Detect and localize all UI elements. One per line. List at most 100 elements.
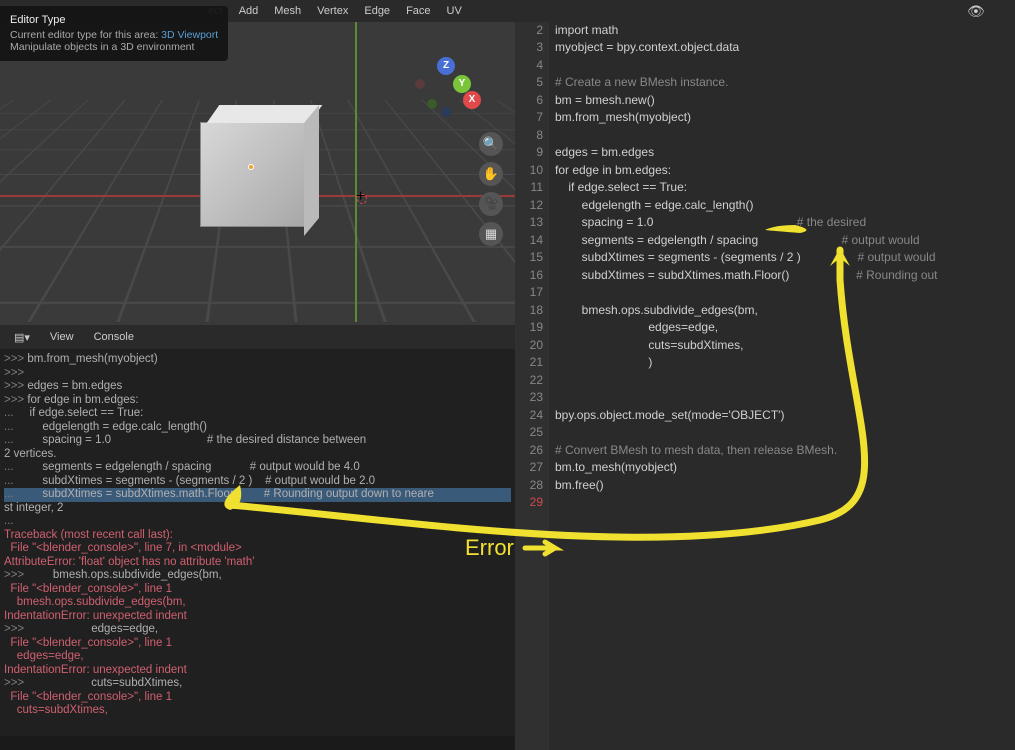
line-number: 16: [515, 267, 543, 285]
console-line: Traceback (most recent call last):: [4, 529, 511, 543]
grid-icon[interactable]: ▦: [479, 222, 503, 246]
code-line: bm.to_mesh(myobject): [555, 459, 1015, 477]
line-number: 25: [515, 424, 543, 442]
console-line: cuts=subdXtimes,: [4, 704, 511, 718]
code-line: edges = bm.edges: [555, 144, 1015, 162]
console-line: >>> for edge in bm.edges:: [4, 394, 511, 408]
console-line: File "<blender_console>", line 1: [4, 691, 511, 705]
code-area[interactable]: import bpy, bmeshimport mathmyobject = b…: [549, 0, 1015, 750]
camera-icon[interactable]: 🎥: [479, 192, 503, 216]
code-line: if edge.select == True:: [555, 179, 1015, 197]
console-editor-type-icon[interactable]: ▤▾: [6, 329, 38, 346]
line-number: 13: [515, 214, 543, 232]
line-number: 5: [515, 74, 543, 92]
line-number: 14: [515, 232, 543, 250]
gizmo-neg-z-icon[interactable]: [441, 107, 451, 117]
console-line: >>> edges = bm.edges: [4, 380, 511, 394]
line-number: 24: [515, 407, 543, 425]
console-line: bmesh.ops.subdivide_edges(bm,: [4, 596, 511, 610]
line-number-gutter: 1234567891011121314151617181920212223242…: [515, 0, 549, 750]
menu-item-add[interactable]: Add: [231, 5, 267, 17]
status-bar: [0, 736, 515, 750]
code-line: segments = edgelength / spacing # output…: [555, 232, 1015, 250]
tooltip-link: 3D Viewport: [161, 29, 218, 41]
line-number: 26: [515, 442, 543, 460]
console-header: ▤▾ View Console: [0, 325, 515, 349]
line-number: 20: [515, 337, 543, 355]
console-line: >>> bmesh.ops.subdivide_edges(bm,: [4, 569, 511, 583]
menu-item-edge[interactable]: Edge: [356, 5, 398, 17]
code-line: myobject = bpy.context.object.data: [555, 39, 1015, 57]
menu-item-face[interactable]: Face: [398, 5, 438, 17]
console-line: ...: [4, 515, 511, 529]
code-line: bm.free(): [555, 477, 1015, 495]
line-number: 23: [515, 389, 543, 407]
console-line: st integer, 2: [4, 502, 511, 516]
gizmo-z-icon[interactable]: Z: [437, 57, 455, 75]
code-line: bm = bmesh.new(): [555, 92, 1015, 110]
console-line: >>> cuts=subdXtimes,: [4, 677, 511, 691]
gizmo-neg-y-icon[interactable]: [427, 99, 437, 109]
code-line: [555, 127, 1015, 145]
console-line: File "<blender_console>", line 1: [4, 583, 511, 597]
code-line: for edge in bm.edges:: [555, 162, 1015, 180]
line-number: 17: [515, 284, 543, 302]
line-number: 3: [515, 39, 543, 57]
gizmo-y-icon[interactable]: Y: [453, 75, 471, 93]
code-line: [555, 389, 1015, 407]
line-number: 10: [515, 162, 543, 180]
code-line: [555, 424, 1015, 442]
code-line: import math: [555, 22, 1015, 40]
line-number: 27: [515, 459, 543, 477]
menu-item-mesh[interactable]: Mesh: [266, 5, 309, 17]
line-number: 18: [515, 302, 543, 320]
tooltip-title: Editor Type: [10, 14, 218, 26]
console-line: File "<blender_console>", line 1: [4, 637, 511, 651]
line-number: 6: [515, 92, 543, 110]
axis-gizmo[interactable]: Z Y X: [415, 57, 475, 117]
menu-item-vertex[interactable]: Vertex: [309, 5, 356, 17]
console-menu-console[interactable]: Console: [86, 329, 142, 345]
console-line: ... subdXtimes = segments - (segments / …: [4, 475, 511, 489]
code-line: [555, 57, 1015, 75]
console-line: IndentationError: unexpected indent: [4, 664, 511, 678]
search-icon[interactable]: 🔍: [479, 132, 503, 156]
python-console[interactable]: >>> bm.from_mesh(myobject)>>> >>> edges …: [0, 349, 515, 736]
code-line: edgelength = edge.calc_length(): [555, 197, 1015, 215]
code-line: spacing = 1.0 # the desired: [555, 214, 1015, 232]
line-number: 29: [515, 494, 543, 512]
console-line: >>>: [4, 367, 511, 381]
menu-item-uv[interactable]: UV: [439, 5, 470, 17]
code-line: [555, 494, 1015, 512]
console-line: IndentationError: unexpected indent: [4, 610, 511, 624]
console-line: ... spacing = 1.0 # the desired distance…: [4, 434, 511, 448]
line-number: 21: [515, 354, 543, 372]
console-line: >>> bm.from_mesh(myobject): [4, 353, 511, 367]
3d-viewport[interactable]: Z Y X 🔍 ✋ 🎥 ▦: [0, 22, 515, 322]
gizmo-neg-x-icon[interactable]: [415, 79, 425, 89]
console-line: File "<blender_console>", line 7, in <mo…: [4, 542, 511, 556]
code-line: subdXtimes = segments - (segments / 2 ) …: [555, 249, 1015, 267]
gizmo-x-icon[interactable]: X: [463, 91, 481, 109]
line-number: 19: [515, 319, 543, 337]
console-line: 2 vertices.: [4, 448, 511, 462]
line-number: 9: [515, 144, 543, 162]
tooltip-line-1: Current editor type for this area: 3D Vi…: [10, 29, 218, 41]
console-menu-view[interactable]: View: [42, 329, 82, 345]
line-number: 11: [515, 179, 543, 197]
3d-cursor-icon: [350, 187, 372, 209]
editor-type-tooltip: Editor Type Current editor type for this…: [0, 6, 228, 61]
tooltip-line-2: Manipulate objects in a 3D environment: [10, 41, 218, 53]
code-line: bmesh.ops.subdivide_edges(bm,: [555, 302, 1015, 320]
line-number: 15: [515, 249, 543, 267]
hand-icon[interactable]: ✋: [479, 162, 503, 186]
line-number: 22: [515, 372, 543, 390]
text-editor[interactable]: 1234567891011121314151617181920212223242…: [515, 0, 1015, 750]
overlay-toggle-icon[interactable]: 👁: [967, 3, 985, 21]
code-line: bm.from_mesh(myobject): [555, 109, 1015, 127]
console-line: >>> edges=edge,: [4, 623, 511, 637]
code-line: # Convert BMesh to mesh data, then relea…: [555, 442, 1015, 460]
code-line: cuts=subdXtimes,: [555, 337, 1015, 355]
line-number: 2: [515, 22, 543, 40]
cube-object[interactable]: [200, 122, 305, 227]
